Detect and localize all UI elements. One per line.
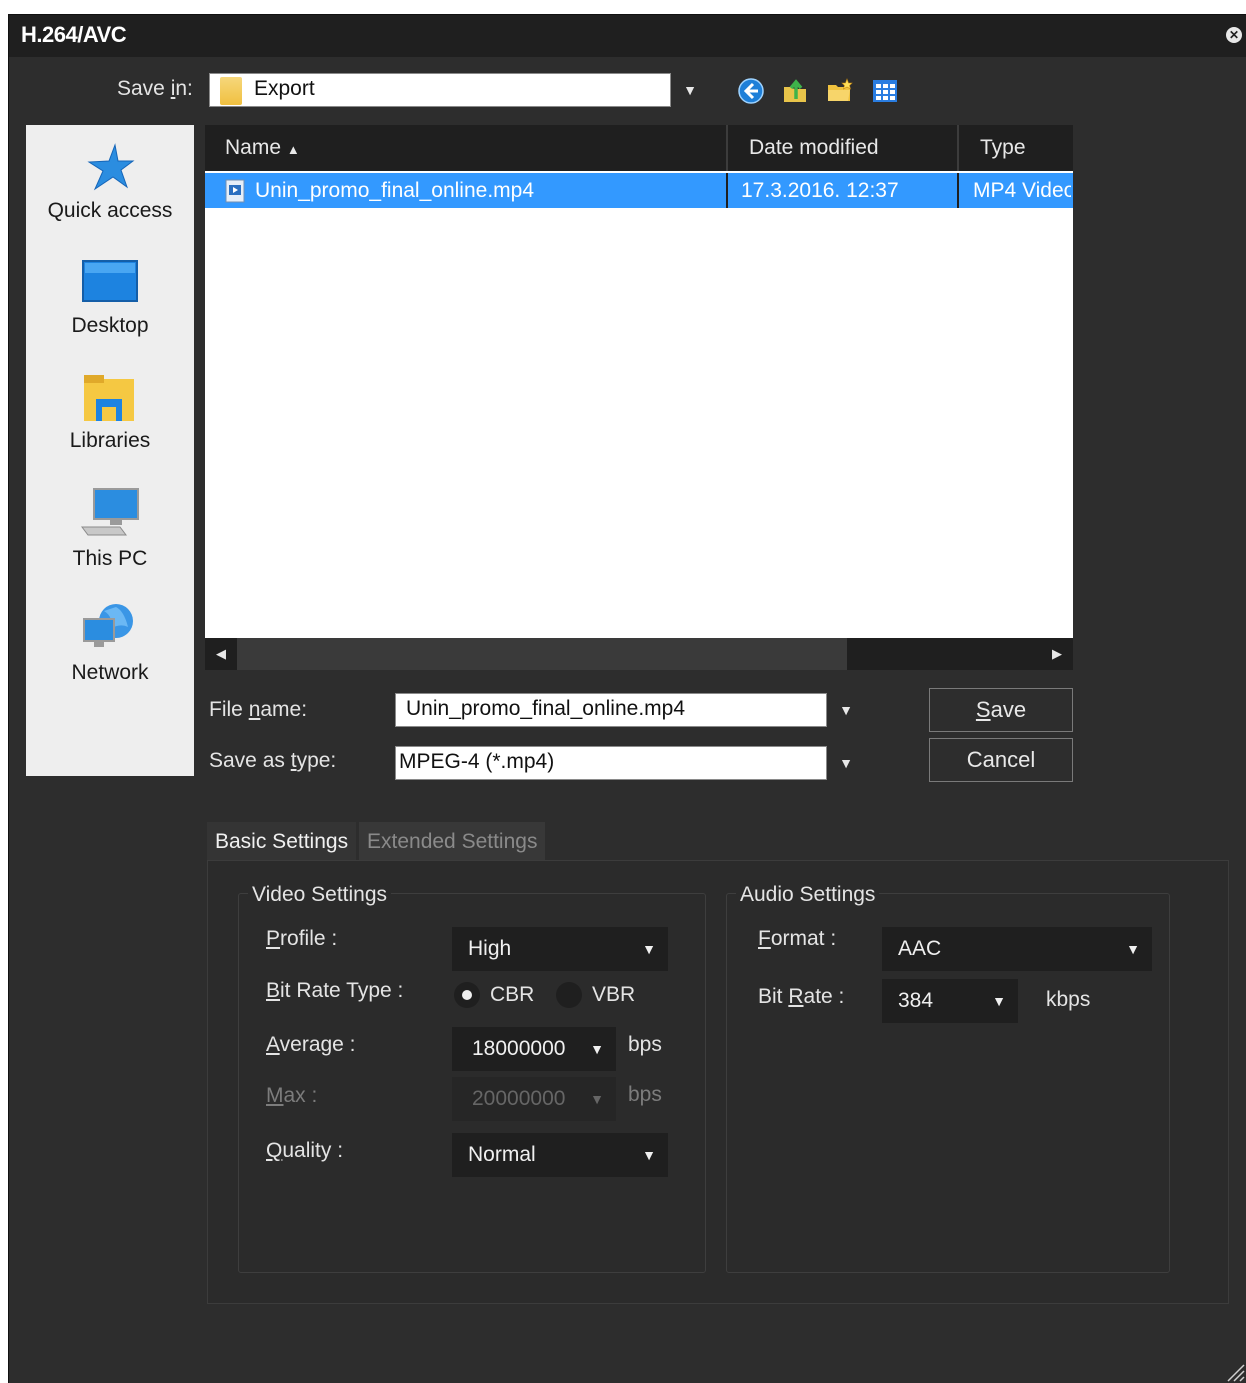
audio-bitrate-dropdown[interactable]: 384 ▼ bbox=[882, 979, 1018, 1023]
column-divider[interactable] bbox=[726, 125, 728, 171]
tab-extended-settings[interactable]: Extended Settings bbox=[359, 822, 546, 862]
video-settings-title: Video Settings bbox=[248, 883, 392, 907]
settings-panel: Video Settings Profile : High ▼ Bit Rate … bbox=[207, 860, 1229, 1304]
average-bitrate-dropdown[interactable]: 18000000 ▼ bbox=[452, 1027, 616, 1071]
folder-icon bbox=[220, 77, 242, 105]
title-bar: H.264/AVC ✕ bbox=[9, 15, 1246, 57]
max-unit: bps bbox=[628, 1083, 662, 1106]
save-in-label: Save in: bbox=[117, 77, 193, 100]
star-icon bbox=[87, 143, 135, 191]
chevron-down-icon: ▼ bbox=[642, 1147, 656, 1163]
scrollbar-thumb[interactable] bbox=[237, 638, 847, 670]
column-header-date[interactable]: Date modified bbox=[749, 125, 879, 171]
chevron-down-icon: ▼ bbox=[992, 993, 1006, 1009]
audio-bitrate-unit: kbps bbox=[1046, 988, 1091, 1011]
up-folder-icon[interactable] bbox=[781, 77, 809, 105]
place-label: This PC bbox=[72, 547, 148, 570]
chevron-down-icon: ▼ bbox=[590, 1041, 604, 1057]
computer-icon bbox=[81, 488, 139, 536]
column-header-name[interactable]: Name ▲ bbox=[225, 125, 300, 171]
file-name-value: Unin_promo_final_online.mp4 bbox=[406, 697, 686, 720]
audio-format-dropdown[interactable]: AAC ▼ bbox=[882, 927, 1152, 971]
cancel-button[interactable]: Cancel bbox=[929, 738, 1073, 782]
column-header-type[interactable]: Type bbox=[980, 125, 1026, 171]
file-name-dropdown-button[interactable]: ▼ bbox=[829, 693, 863, 727]
place-network[interactable]: Network bbox=[26, 601, 194, 685]
close-icon[interactable]: ✕ bbox=[1226, 27, 1242, 43]
video-file-icon bbox=[225, 179, 245, 203]
cbr-label: CBR bbox=[490, 983, 535, 1006]
tab-basic-settings[interactable]: Basic Settings bbox=[207, 822, 357, 862]
cell-divider bbox=[957, 173, 959, 208]
cbr-radio[interactable] bbox=[454, 982, 480, 1008]
place-label: Desktop bbox=[71, 314, 149, 337]
network-icon bbox=[83, 604, 133, 647]
audio-bit-rate-label: Bit Rate : bbox=[758, 985, 845, 1008]
libraries-icon bbox=[84, 375, 134, 421]
save-as-type-dropdown-button[interactable]: ▼ bbox=[829, 746, 863, 780]
max-bitrate-dropdown: 20000000 ▼ bbox=[452, 1077, 616, 1121]
places-bar: Quick access Desktop Libraries This PC N… bbox=[26, 125, 194, 776]
save-in-combo[interactable]: Export bbox=[209, 73, 671, 107]
save-in-value: Export bbox=[254, 77, 315, 100]
cell-divider bbox=[726, 173, 728, 208]
back-icon[interactable] bbox=[737, 77, 765, 105]
chevron-down-icon: ▼ bbox=[642, 941, 656, 957]
place-quick-access[interactable]: Quick access bbox=[26, 143, 194, 223]
place-label: Network bbox=[71, 661, 149, 684]
new-folder-icon[interactable] bbox=[825, 77, 853, 105]
save-as-type-label: Save as type: bbox=[209, 749, 337, 772]
audio-settings-title: Audio Settings bbox=[736, 883, 880, 907]
chevron-down-icon: ▼ bbox=[1126, 941, 1140, 957]
quality-label: Quality : bbox=[266, 1139, 344, 1162]
save-as-type-select[interactable]: MPEG-4 (*.mp4) bbox=[395, 746, 827, 780]
place-label: Libraries bbox=[69, 429, 151, 452]
bit-rate-type-label: Bit Rate Type : bbox=[266, 979, 404, 1002]
file-list[interactable]: Name ▲ Date modified Type Unin_promo_fin… bbox=[205, 125, 1073, 638]
profile-label: Profile : bbox=[266, 927, 338, 950]
file-list-header: Name ▲ Date modified Type bbox=[205, 125, 1073, 171]
sort-ascending-icon: ▲ bbox=[286, 142, 300, 157]
vbr-label: VBR bbox=[592, 983, 636, 1006]
format-label: Format : bbox=[758, 927, 837, 950]
place-this-pc[interactable]: This PC bbox=[26, 487, 194, 571]
file-name-cell: Unin_promo_final_online.mp4 bbox=[255, 179, 535, 202]
scroll-left-icon[interactable]: ◀ bbox=[205, 638, 237, 670]
chevron-down-icon: ▼ bbox=[590, 1091, 604, 1107]
quality-dropdown[interactable]: Normal ▼ bbox=[452, 1133, 668, 1177]
scroll-right-icon[interactable]: ▶ bbox=[1041, 638, 1073, 670]
save-button[interactable]: Save bbox=[929, 688, 1073, 732]
view-menu-icon[interactable] bbox=[871, 77, 899, 105]
file-date-cell: 17.3.2016. 12:37 bbox=[741, 179, 899, 202]
file-row[interactable]: Unin_promo_final_online.mp4 17.3.2016. 1… bbox=[205, 173, 1073, 208]
horizontal-scrollbar[interactable]: ◀ ▶ bbox=[205, 638, 1073, 670]
window-title: H.264/AVC bbox=[21, 22, 127, 47]
average-label: Average : bbox=[266, 1033, 356, 1056]
place-libraries[interactable]: Libraries bbox=[26, 373, 194, 453]
export-dialog: H.264/AVC ✕ Save in: Export ▼ Quick acce… bbox=[8, 14, 1246, 1383]
max-label: Max : bbox=[266, 1084, 318, 1107]
save-in-dropdown-button[interactable]: ▼ bbox=[673, 73, 707, 107]
file-name-input[interactable]: Unin_promo_final_online.mp4 bbox=[395, 693, 827, 727]
vbr-radio[interactable] bbox=[556, 982, 582, 1008]
place-desktop[interactable]: Desktop bbox=[26, 260, 194, 338]
average-unit: bps bbox=[628, 1033, 662, 1056]
place-label: Quick access bbox=[47, 199, 173, 222]
desktop-icon bbox=[82, 260, 138, 302]
file-type-cell: MP4 Video bbox=[973, 179, 1071, 202]
profile-dropdown[interactable]: High ▼ bbox=[452, 927, 668, 971]
file-name-label: File name: bbox=[209, 698, 308, 721]
save-as-type-value: MPEG-4 (*.mp4) bbox=[399, 750, 555, 773]
resize-grip-icon[interactable] bbox=[1222, 1359, 1246, 1383]
column-divider[interactable] bbox=[957, 125, 959, 171]
